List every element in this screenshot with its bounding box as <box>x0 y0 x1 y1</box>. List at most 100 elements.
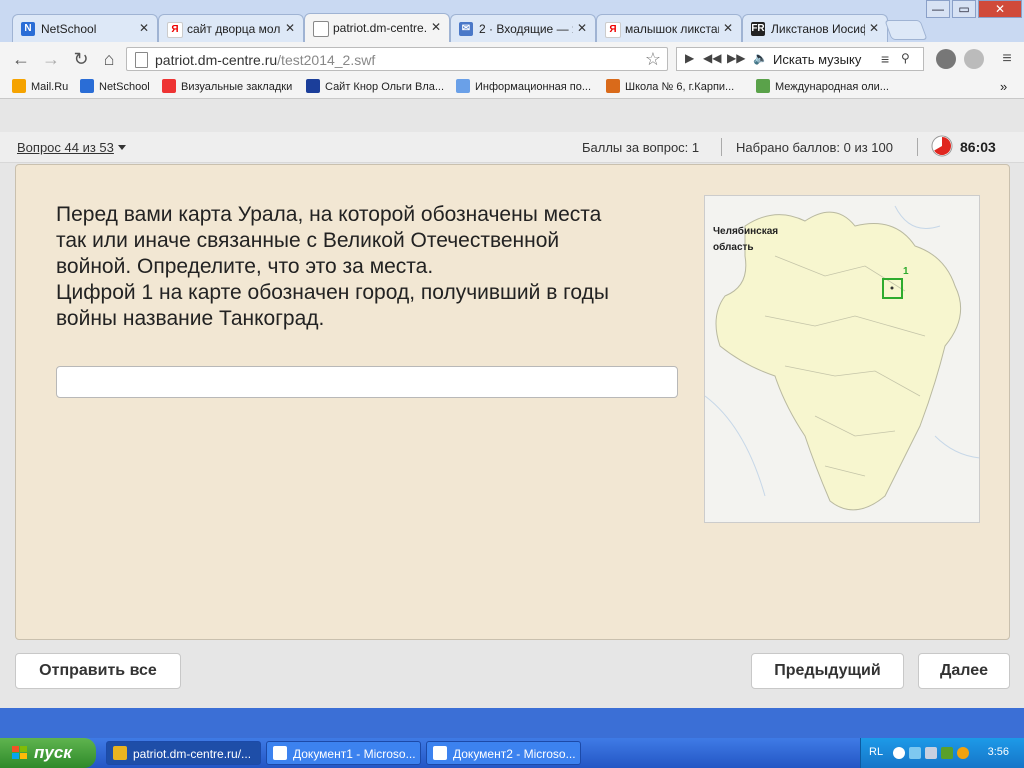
new-tab-button[interactable] <box>884 20 928 40</box>
tray-arrow-icon[interactable] <box>893 747 905 759</box>
minimize-button[interactable]: — <box>926 0 950 18</box>
settings-menu-icon[interactable]: ≡ <box>996 48 1018 70</box>
home-icon[interactable]: ⌂ <box>98 48 120 70</box>
tab-title: малышок ликстан <box>625 22 719 36</box>
mail-icon: ✉ <box>459 22 473 36</box>
answer-input[interactable] <box>56 366 678 398</box>
word-icon <box>273 746 287 760</box>
divider <box>721 138 722 156</box>
total-points: Набрано баллов: 0 из 100 <box>736 140 893 155</box>
nvidia-icon[interactable] <box>941 747 953 759</box>
reload-icon[interactable]: ↻ <box>70 48 92 70</box>
bookmark-knor[interactable]: Сайт Кнор Ольги Вла... <box>306 79 444 93</box>
more-bookmarks-icon[interactable]: » <box>1000 79 1007 94</box>
tab-netschool[interactable]: N NetSchool ✕ <box>12 14 158 42</box>
word-icon <box>433 746 447 760</box>
close-tab-icon[interactable]: ✕ <box>723 21 733 35</box>
page-icon <box>456 79 470 93</box>
previous-button[interactable]: Предыдущий <box>751 653 904 689</box>
profile-icon[interactable] <box>964 49 984 69</box>
question-card: Перед вами карта Урала, на которой обозн… <box>15 164 1010 640</box>
netschool-icon: N <box>21 22 35 36</box>
chrome-icon <box>113 746 127 760</box>
language-indicator[interactable]: RL <box>869 746 883 758</box>
bookmark-olympiad[interactable]: Международная оли... <box>756 79 889 93</box>
url-text: patriot.dm-centre.ru/test2014_2.swf <box>155 52 376 68</box>
tab-likstanov[interactable]: FR Ликстанов Иосиф ✕ <box>742 14 888 42</box>
tab-title: сайт дворца моло <box>187 22 281 36</box>
start-button[interactable]: пуск <box>0 738 96 768</box>
browser-toolbar: ← → ↻ ⌂ patriot.dm-centre.ru/test2014_2.… <box>0 42 1024 77</box>
close-tab-icon[interactable]: ✕ <box>285 21 295 35</box>
address-bar[interactable]: patriot.dm-centre.ru/test2014_2.swf ☆ <box>126 47 668 71</box>
taskbar-item-browser[interactable]: patriot.dm-centre.ru/... <box>106 741 261 765</box>
yandex-icon <box>162 79 176 93</box>
antivirus-icon[interactable] <box>957 747 969 759</box>
question-line: Перед вами карта Урала, на которой обозн… <box>56 203 602 226</box>
map-region-label: Челябинская <box>713 225 778 237</box>
bookmark-mailru[interactable]: Mail.Ru <box>12 79 68 93</box>
tab-title: patriot.dm-centre.r <box>333 21 427 35</box>
forward-arrow-icon[interactable]: → <box>40 48 62 70</box>
yandex-icon: Я <box>167 22 183 38</box>
question-status-bar: Вопрос 44 из 53 Баллы за вопрос: 1 Набра… <box>0 132 1024 163</box>
tab-yandex-malyshok[interactable]: Я малышок ликстан ✕ <box>596 14 742 42</box>
yandex-icon: Я <box>605 22 621 38</box>
network-icon[interactable] <box>909 747 921 759</box>
map-marker-number: 1 <box>903 266 909 277</box>
windows-flag-icon <box>12 746 27 759</box>
bookmark-star-icon[interactable]: ☆ <box>645 49 661 70</box>
map-region-label: область <box>713 241 754 253</box>
next-button[interactable]: Далее <box>918 653 1010 689</box>
bookmark-netschool[interactable]: NetSchool <box>80 79 150 93</box>
mailru-icon <box>12 79 26 93</box>
question-text: Перед вами карта Урала, на которой обозн… <box>56 202 686 332</box>
submit-all-button[interactable]: Отправить все <box>15 653 181 689</box>
question-line: Цифрой 1 на карте обозначен город, получ… <box>56 281 609 304</box>
tab-patriot[interactable]: patriot.dm-centre.r ✕ <box>304 13 450 43</box>
speaker-icon[interactable] <box>925 747 937 759</box>
question-line: войны название Танкоград. <box>56 307 325 330</box>
fast-forward-icon[interactable]: ▶▶ <box>727 51 745 65</box>
points-per-question: Баллы за вопрос: 1 <box>582 140 700 155</box>
extension-icon[interactable] <box>936 49 956 69</box>
question-selector[interactable]: Вопрос 44 из 53 <box>17 140 126 155</box>
rewind-icon[interactable]: ◀◀ <box>703 51 721 65</box>
close-tab-icon[interactable]: ✕ <box>431 20 441 34</box>
speaker-icon[interactable]: 🔈 <box>753 51 768 65</box>
tab-title: NetSchool <box>41 22 97 36</box>
maximize-button[interactable]: ▭ <box>952 0 976 18</box>
tab-yandex-dvorets[interactable]: Я сайт дворца моло ✕ <box>158 14 304 42</box>
music-search-label: Искать музыку <box>773 52 862 67</box>
close-window-button[interactable]: ✕ <box>978 0 1022 18</box>
question-line: так или иначе связанные с Великой Отечес… <box>56 229 560 252</box>
bookmark-school6[interactable]: Школа № 6, г.Карпи... <box>606 79 734 93</box>
menu-lines-icon[interactable]: ≡ <box>881 51 889 67</box>
bookmark-visual[interactable]: Визуальные закладки <box>162 79 292 93</box>
question-line: войной. Определите, что это за места. <box>56 255 434 278</box>
close-tab-icon[interactable]: ✕ <box>577 21 587 35</box>
close-tab-icon[interactable]: ✕ <box>139 21 149 35</box>
back-arrow-icon[interactable]: ← <box>10 48 32 70</box>
bookmarks-bar: Mail.Ru NetSchool Визуальные закладки Са… <box>0 76 1024 99</box>
search-icon[interactable]: ⚲ <box>901 51 910 65</box>
netschool-icon <box>80 79 94 93</box>
fr-icon: FR <box>751 22 765 36</box>
play-icon[interactable]: ▶ <box>685 51 694 65</box>
close-tab-icon[interactable]: ✕ <box>869 21 879 35</box>
timer: 86:03 <box>960 139 996 155</box>
chelyabinsk-region-map: Челябинская область 1 <box>704 195 980 523</box>
bookmark-info[interactable]: Информационная по... <box>456 79 591 93</box>
divider <box>917 138 918 156</box>
timer-clock-icon <box>931 135 953 157</box>
taskbar-item-doc1[interactable]: Документ1 - Microso... <box>266 741 421 765</box>
music-search[interactable]: ▶ ◀◀ ▶▶ 🔈 Искать музыку ≡ ⚲ <box>676 47 924 71</box>
tab-title: 2 · Входящие — Я <box>479 22 573 36</box>
browser-tab-bar: N NetSchool ✕ Я сайт дворца моло ✕ patri… <box>0 0 1024 43</box>
leaf-icon <box>756 79 770 93</box>
tab-inbox[interactable]: ✉ 2 · Входящие — Я ✕ <box>450 14 596 42</box>
school-icon <box>606 79 620 93</box>
uk-flag-icon <box>306 79 320 93</box>
taskbar-item-doc2[interactable]: Документ2 - Microso... <box>426 741 581 765</box>
clock-time: 3:56 <box>987 746 1009 758</box>
